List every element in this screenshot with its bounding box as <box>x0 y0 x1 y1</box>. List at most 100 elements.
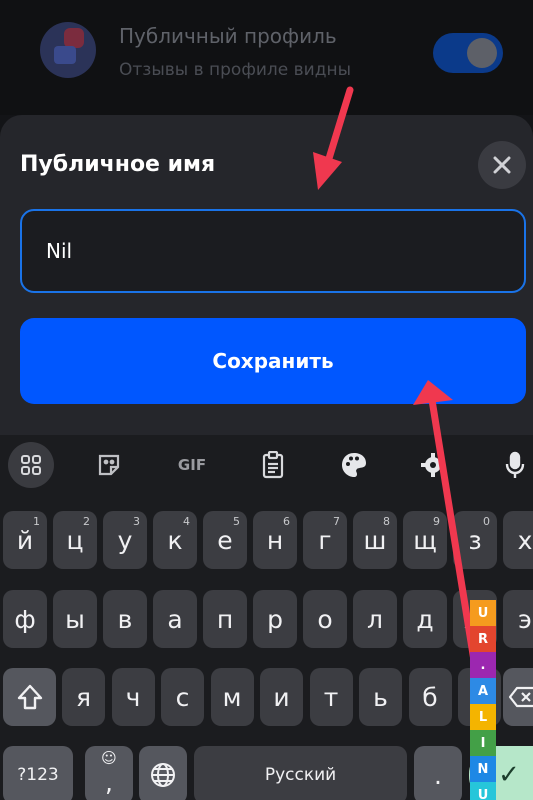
key-х-label: х <box>517 525 533 555</box>
key-е[interactable]: е5 <box>203 511 247 569</box>
key-е-hint: 5 <box>233 515 240 528</box>
key-ь-label: ь <box>373 682 388 712</box>
emoji-icon: ☺ <box>101 749 117 767</box>
key-щ-hint: 9 <box>433 515 440 528</box>
public-name-input[interactable] <box>46 239 500 263</box>
clipboard-icon[interactable] <box>250 442 296 488</box>
key-н[interactable]: н6 <box>253 511 297 569</box>
unila-watermark: U R . A L I N U <box>470 600 496 800</box>
key-к-label: к <box>167 525 183 555</box>
key-ы-label: ы <box>65 604 85 634</box>
key-н-hint: 6 <box>283 515 290 528</box>
key-р[interactable]: р <box>253 590 297 648</box>
key-и[interactable]: и <box>260 668 303 726</box>
key-я[interactable]: я <box>62 668 105 726</box>
key-у[interactable]: у3 <box>103 511 147 569</box>
symbols-key[interactable]: ?123 <box>3 746 73 800</box>
key-э-label: э <box>518 604 532 634</box>
key-в-label: в <box>117 604 133 634</box>
key-б[interactable]: б <box>408 668 452 726</box>
key-ь[interactable]: ь <box>359 668 402 726</box>
key-ш-label: ш <box>363 525 387 555</box>
globe-icon <box>151 763 175 787</box>
key-э[interactable]: э <box>503 590 533 648</box>
key-п-label: п <box>216 604 234 634</box>
palette-icon[interactable] <box>331 442 377 488</box>
sheet-title: Публичное имя <box>20 152 216 177</box>
key-щ[interactable]: щ9 <box>403 511 447 569</box>
key-п[interactable]: п <box>203 590 247 648</box>
key-й[interactable]: й1 <box>3 511 47 569</box>
on-screen-keyboard: GIF ?123 ☺ , Русский . ✓ й 1 ц 2 у 3 к 4… <box>0 435 533 800</box>
key-в[interactable]: в <box>103 590 147 648</box>
key-г[interactable]: г7 <box>303 511 347 569</box>
key-т[interactable]: т <box>309 668 353 726</box>
key-у-label: у <box>117 525 133 555</box>
backspace-key[interactable] <box>503 668 533 726</box>
backspace-icon <box>508 686 533 708</box>
period-key[interactable]: . <box>414 746 462 800</box>
key-з-hint: 0 <box>483 515 490 528</box>
key-г-hint: 7 <box>333 515 340 528</box>
key-а[interactable]: а <box>153 590 197 648</box>
key-х[interactable]: х <box>503 511 533 569</box>
background-subtitle: Отзывы в профиле видны <box>119 60 351 80</box>
key-и-label: и <box>273 682 290 712</box>
close-button[interactable] <box>478 141 526 189</box>
key-г-label: г <box>318 525 332 555</box>
key-ш[interactable]: ш8 <box>353 511 397 569</box>
key-л-label: л <box>367 604 383 634</box>
apps-grid-icon[interactable] <box>8 442 54 488</box>
key-ц-hint: 2 <box>83 515 90 528</box>
background-profile-row: Публичный профиль Отзывы в профиле видны <box>0 0 533 115</box>
key-ц-label: ц <box>66 525 84 555</box>
space-bar[interactable]: Русский <box>194 746 407 800</box>
shift-key[interactable] <box>3 668 56 726</box>
key-о[interactable]: о <box>303 590 347 648</box>
key-е-label: е <box>217 525 233 555</box>
shift-icon <box>17 684 42 710</box>
comma-label: , <box>105 767 113 797</box>
key-ч-label: ч <box>125 682 141 712</box>
key-с[interactable]: с <box>161 668 204 726</box>
sticker-icon[interactable] <box>86 442 132 488</box>
key-ф[interactable]: ф <box>3 590 47 648</box>
key-к[interactable]: к4 <box>153 511 197 569</box>
key-ч[interactable]: ч <box>111 668 155 726</box>
close-icon <box>493 156 511 174</box>
key-у-hint: 3 <box>133 515 140 528</box>
key-д[interactable]: д <box>403 590 447 648</box>
key-н-label: н <box>266 525 284 555</box>
key-я-label: я <box>75 682 92 712</box>
save-button[interactable]: Сохранить <box>20 318 526 404</box>
public-profile-icon <box>40 22 96 78</box>
key-з-label: з <box>468 525 482 555</box>
language-key[interactable] <box>139 746 187 800</box>
key-ф-label: ф <box>14 604 36 634</box>
checkmark-icon: ✓ <box>498 760 520 790</box>
keyboard-toolbar: GIF <box>0 435 533 493</box>
microphone-icon[interactable] <box>492 442 533 488</box>
key-ы[interactable]: ы <box>53 590 97 648</box>
comma-emoji-key[interactable]: ☺ , <box>85 746 133 800</box>
key-б-label: б <box>422 682 438 712</box>
key-д-label: д <box>416 604 434 634</box>
key-ц[interactable]: ц2 <box>53 511 97 569</box>
key-к-hint: 4 <box>183 515 190 528</box>
key-с-label: с <box>175 682 190 712</box>
key-з[interactable]: з0 <box>453 511 497 569</box>
settings-gear-icon[interactable] <box>410 442 456 488</box>
key-р-label: р <box>267 604 283 634</box>
key-м[interactable]: м <box>210 668 254 726</box>
key-л[interactable]: л <box>353 590 397 648</box>
public-profile-toggle <box>433 33 503 73</box>
key-а-label: а <box>167 604 183 634</box>
key-м-label: м <box>222 682 242 712</box>
key-т-label: т <box>323 682 339 712</box>
public-name-field[interactable] <box>20 209 526 293</box>
key-щ-label: щ <box>413 525 437 555</box>
public-name-sheet: Публичное имя Сохранить <box>0 115 533 435</box>
key-ш-hint: 8 <box>383 515 390 528</box>
background-title: Публичный профиль <box>119 24 337 48</box>
gif-button[interactable]: GIF <box>169 442 215 488</box>
